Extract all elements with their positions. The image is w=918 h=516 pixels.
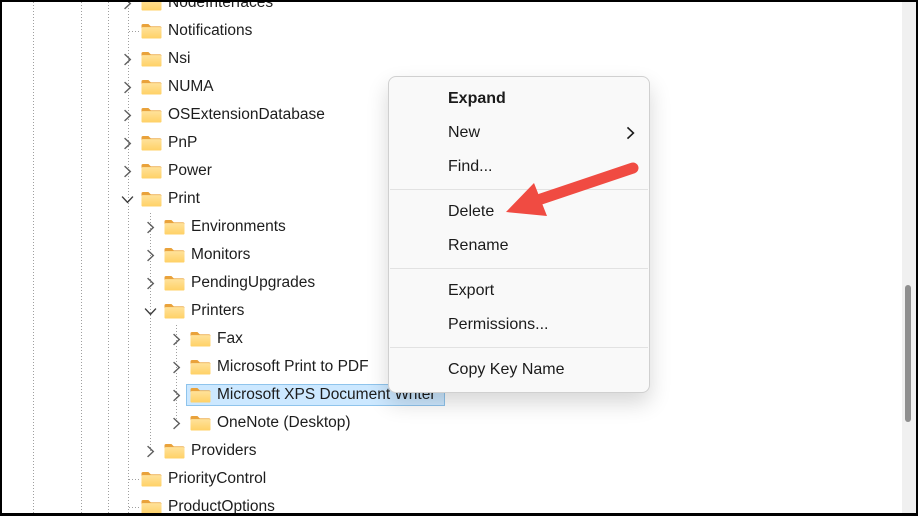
chevron-right-icon[interactable] [167,386,185,404]
menu-separator [390,268,648,269]
folder-icon [141,135,162,151]
tree-item-label: PendingUpgrades [191,275,315,291]
tree-item-nodeinterfaces[interactable]: NodeInterfaces [0,0,918,17]
chevron-right-icon[interactable] [141,218,159,236]
tree-item-prioritycontrol[interactable]: PriorityControl [0,465,918,493]
chevron-right-icon[interactable] [141,442,159,460]
folder-icon [190,331,211,347]
menu-item-delete[interactable]: Delete [389,195,649,229]
tree-item-label: OneNote (Desktop) [217,415,351,431]
folder-icon [141,191,162,207]
folder-icon [141,23,162,39]
chevron-down-icon[interactable] [141,302,159,320]
folder-icon [190,387,211,403]
folder-icon [141,471,162,487]
registry-editor-window: NodeInterfaces Notifications Nsi NUMA OS… [0,0,918,516]
tree-item-label: Nsi [168,51,190,67]
tree-item-label: Printers [191,303,244,319]
folder-icon [141,51,162,67]
tree-item-label: NUMA [168,79,214,95]
scrollbar-thumb[interactable] [905,285,911,422]
chevron-right-icon[interactable] [167,414,185,432]
chevron-right-icon[interactable] [167,330,185,348]
tree-item-label: PriorityControl [168,471,266,487]
chevron-right-icon[interactable] [141,274,159,292]
folder-icon [164,275,185,291]
tree-item-label: Print [168,191,200,207]
menu-item-rename[interactable]: Rename [389,229,649,263]
chevron-right-icon[interactable] [141,246,159,264]
menu-item-export[interactable]: Export [389,274,649,308]
tree-item-label: Power [168,163,212,179]
tree-item-label: PnP [168,135,197,151]
folder-icon [141,107,162,123]
folder-icon [190,359,211,375]
menu-separator [390,347,648,348]
window-border-left [0,0,2,516]
tree-item-providers[interactable]: Providers [0,437,918,465]
menu-item-permissions[interactable]: Permissions... [389,308,649,342]
chevron-right-icon[interactable] [118,106,136,124]
folder-icon [190,415,211,431]
tree-item-label: Environments [191,219,286,235]
window-border-top [0,0,918,2]
folder-icon [141,79,162,95]
tree-item-label: Monitors [191,247,250,263]
tree-item-label: OSExtensionDatabase [168,107,325,123]
tree-item-notifications[interactable]: Notifications [0,17,918,45]
chevron-right-icon[interactable] [118,134,136,152]
context-menu: Expand New Find... Delete Rename Export … [388,76,650,393]
folder-icon [164,247,185,263]
tree-item-onenote-desktop[interactable]: OneNote (Desktop) [0,409,918,437]
tree-item-label: Providers [191,443,256,459]
menu-separator [390,189,648,190]
menu-item-expand[interactable]: Expand [389,82,649,116]
tree-item-label: Notifications [168,23,252,39]
folder-icon [164,443,185,459]
chevron-right-icon[interactable] [118,78,136,96]
chevron-right-icon[interactable] [118,50,136,68]
folder-icon [164,219,185,235]
menu-item-find[interactable]: Find... [389,150,649,184]
folder-icon [141,163,162,179]
tree-item-nsi[interactable]: Nsi [0,45,918,73]
menu-item-new[interactable]: New [389,116,649,150]
tree-item-label: Microsoft Print to PDF [217,359,369,375]
chevron-right-icon[interactable] [167,358,185,376]
folder-icon [164,303,185,319]
vertical-scrollbar[interactable] [902,2,916,513]
chevron-right-icon[interactable] [118,162,136,180]
chevron-down-icon[interactable] [118,190,136,208]
menu-item-copy-key-name[interactable]: Copy Key Name [389,353,649,387]
tree-item-label: Fax [217,331,243,347]
expander-placeholder [118,470,136,488]
expander-placeholder [118,22,136,40]
submenu-chevron-right-icon [626,126,635,140]
